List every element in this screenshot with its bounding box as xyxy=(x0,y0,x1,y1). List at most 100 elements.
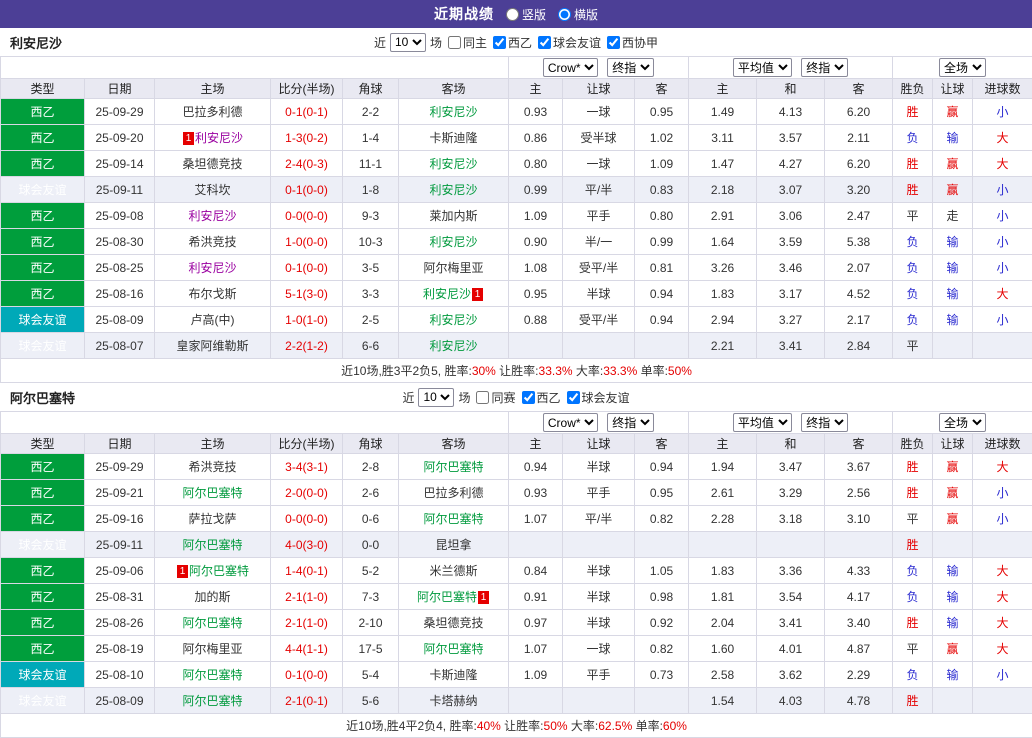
odds-away-cell: 0.94 xyxy=(635,281,689,307)
section-header-team1: 利安尼沙 近10场同主西乙球会友谊西协甲 xyxy=(0,28,1032,56)
team-link[interactable]: 利安尼沙 xyxy=(423,287,471,301)
final-odds-select[interactable]: 终指 xyxy=(801,58,848,77)
checkbox-input[interactable] xyxy=(476,391,489,404)
team-link[interactable]: 阿尔巴塞特 xyxy=(424,512,484,526)
scope-select[interactable]: 全场 xyxy=(939,413,986,432)
avg-home-cell: 3.11 xyxy=(689,125,757,151)
team-link[interactable]: 利安尼沙 xyxy=(188,209,236,223)
team-link[interactable]: 利安尼沙 xyxy=(188,261,236,275)
team-link[interactable]: 萨拉戈萨 xyxy=(188,512,236,526)
checkbox-input[interactable] xyxy=(448,36,461,49)
odds-away-cell: 0.82 xyxy=(635,636,689,662)
team-link[interactable]: 利安尼沙 xyxy=(195,131,243,145)
league-cell: 球会友谊 xyxy=(1,662,85,688)
avg-away-cell: 6.20 xyxy=(825,151,893,177)
avg-draw-cell: 3.41 xyxy=(757,610,825,636)
team-link[interactable]: 利安尼沙 xyxy=(430,235,478,249)
home-team-cell: 阿尔巴塞特 xyxy=(155,610,271,636)
home-team-cell: 布尔戈斯 xyxy=(155,281,271,307)
dropdown-strip: Crow* 终指 平均值 终指 全场 xyxy=(1,412,1032,434)
avg-home-cell: 2.28 xyxy=(689,506,757,532)
team-link[interactable]: 利安尼沙 xyxy=(430,157,478,171)
team-link[interactable]: 卡塔赫纳 xyxy=(430,694,478,708)
team-link[interactable]: 艾科坎 xyxy=(194,183,230,197)
filter-checkbox[interactable]: 球会友谊 xyxy=(538,34,601,51)
team-link[interactable]: 卡斯迪隆 xyxy=(430,668,478,682)
team-link[interactable]: 阿尔梅里亚 xyxy=(424,261,484,275)
match-row: 西乙25-09-201利安尼沙1-3(0-2)1-4卡斯迪隆0.86受半球1.0… xyxy=(1,125,1032,151)
handicap-result-cell: 赢 xyxy=(933,454,973,480)
filter-checkbox[interactable]: 同主 xyxy=(448,34,487,51)
filter-checkbox[interactable]: 西协甲 xyxy=(607,34,658,51)
average-select[interactable]: 平均值 xyxy=(733,413,792,432)
team-link[interactable]: 希洪竞技 xyxy=(188,460,236,474)
recent-count-select[interactable]: 10 xyxy=(418,388,454,407)
team-link[interactable]: 阿尔巴塞特 xyxy=(424,460,484,474)
col-score: 比分(半场) xyxy=(271,434,343,454)
team-link[interactable]: 阿尔巴塞特 xyxy=(182,616,242,630)
odds-handicap-cell: 受半球 xyxy=(563,125,635,151)
odds-handicap-cell: 半球 xyxy=(563,584,635,610)
checkbox-input[interactable] xyxy=(522,391,535,404)
average-select[interactable]: 平均值 xyxy=(733,58,792,77)
team-link[interactable]: 卡斯迪隆 xyxy=(430,131,478,145)
checkbox-input[interactable] xyxy=(607,36,620,49)
filter-checkbox[interactable]: 同赛 xyxy=(476,389,515,406)
team-link[interactable]: 希洪竞技 xyxy=(188,235,236,249)
team-link[interactable]: 卢高(中) xyxy=(191,313,235,327)
team-link[interactable]: 米兰德斯 xyxy=(430,564,478,578)
odds-company-select[interactable]: Crow* xyxy=(543,58,598,77)
handicap-result-cell: 输 xyxy=(933,281,973,307)
scope-select[interactable]: 全场 xyxy=(939,58,986,77)
score-cell: 3-4(3-1) xyxy=(271,454,343,480)
team-link[interactable]: 桑坦德竞技 xyxy=(424,616,484,630)
avg-away-cell: 4.52 xyxy=(825,281,893,307)
checkbox-input[interactable] xyxy=(567,391,580,404)
odds-handicap-cell: 半球 xyxy=(563,610,635,636)
team-link[interactable]: 阿尔巴塞特 xyxy=(189,564,249,578)
vertical-layout-radio[interactable] xyxy=(506,8,519,21)
filter-checkbox[interactable]: 西乙 xyxy=(493,34,532,51)
team-link[interactable]: 利安尼沙 xyxy=(430,313,478,327)
date-cell: 25-08-16 xyxy=(85,281,155,307)
team-link[interactable]: 加的斯 xyxy=(194,590,230,604)
league-cell: 西乙 xyxy=(1,203,85,229)
team-link[interactable]: 巴拉多利德 xyxy=(182,105,242,119)
horizontal-layout-radio[interactable] xyxy=(558,8,571,21)
team-link[interactable]: 昆坦拿 xyxy=(436,538,472,552)
team-link[interactable]: 利安尼沙 xyxy=(430,339,478,353)
team-link[interactable]: 阿尔巴塞特 xyxy=(424,642,484,656)
team-link[interactable]: 利安尼沙 xyxy=(430,183,478,197)
odds-away-cell: 0.92 xyxy=(635,610,689,636)
col-away: 客场 xyxy=(399,79,509,99)
final-odds-select[interactable]: 终指 xyxy=(801,413,848,432)
checkbox-input[interactable] xyxy=(538,36,551,49)
team-link[interactable]: 阿尔巴塞特 xyxy=(182,668,242,682)
team-link[interactable]: 利安尼沙 xyxy=(430,105,478,119)
checkbox-input[interactable] xyxy=(493,36,506,49)
team-link[interactable]: 桑坦德竞技 xyxy=(182,157,242,171)
final-odds-select[interactable]: 终指 xyxy=(607,413,654,432)
team-link[interactable]: 阿尔巴塞特 xyxy=(182,538,242,552)
team-link[interactable]: 莱加内斯 xyxy=(430,209,478,223)
league-cell: 西乙 xyxy=(1,506,85,532)
team-link[interactable]: 阿尔巴塞特 xyxy=(417,590,477,604)
team-link[interactable]: 布尔戈斯 xyxy=(188,287,236,301)
team-link[interactable]: 阿尔梅里亚 xyxy=(182,642,242,656)
team-link[interactable]: 巴拉多利德 xyxy=(424,486,484,500)
final-odds-select[interactable]: 终指 xyxy=(607,58,654,77)
filter-checkbox[interactable]: 西乙 xyxy=(522,389,561,406)
recent-count-select[interactable]: 10 xyxy=(390,33,426,52)
layout-option-vertical[interactable]: 竖版 xyxy=(506,6,546,23)
match-row: 西乙25-09-21阿尔巴塞特2-0(0-0)2-6巴拉多利德0.93平手0.9… xyxy=(1,480,1032,506)
odds-company-select[interactable]: Crow* xyxy=(543,413,598,432)
layout-option-horizontal[interactable]: 横版 xyxy=(558,6,598,23)
goals-result-cell: 大 xyxy=(973,610,1032,636)
red-card-badge: 1 xyxy=(183,132,194,145)
horizontal-layout-label: 横版 xyxy=(574,6,598,23)
team-link[interactable]: 阿尔巴塞特 xyxy=(182,694,242,708)
team-link[interactable]: 皇家阿维勒斯 xyxy=(176,339,248,353)
team-link[interactable]: 阿尔巴塞特 xyxy=(182,486,242,500)
filter-checkbox[interactable]: 球会友谊 xyxy=(567,389,630,406)
col-handicap-result: 让球 xyxy=(933,434,973,454)
